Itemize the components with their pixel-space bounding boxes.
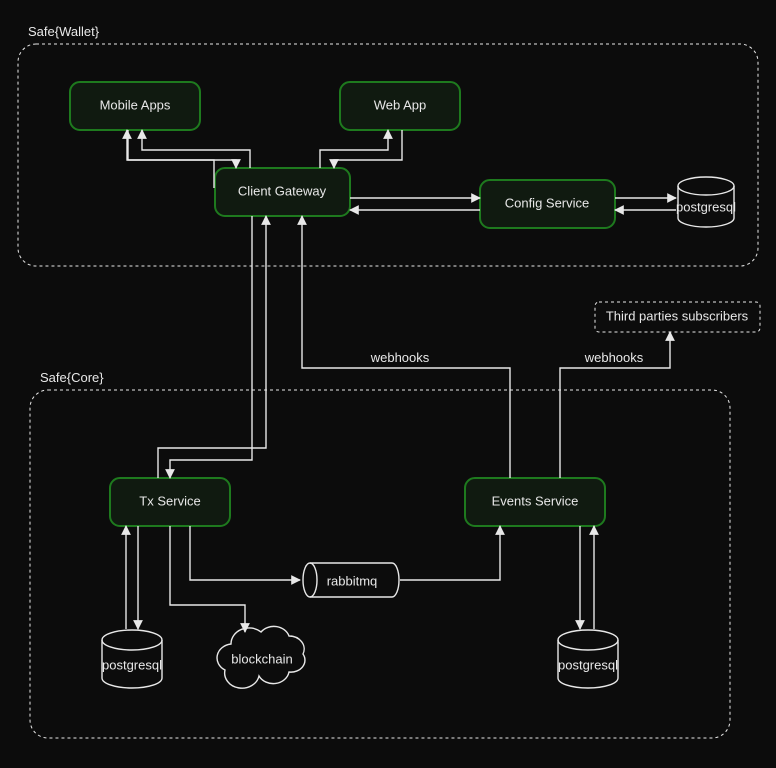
queue-rabbitmq-label: rabbitmq xyxy=(327,573,378,588)
edge-web-to-client-gateway xyxy=(334,130,402,168)
db-postgresql-tx: postgresql xyxy=(102,630,162,688)
group-safe-core-label: Safe{Core} xyxy=(40,370,104,385)
node-blockchain: blockchain xyxy=(217,626,305,688)
node-tx-service-label: Tx Service xyxy=(139,493,200,508)
edge-client-gateway-to-web xyxy=(320,130,388,168)
edge-tx-to-rabbitmq xyxy=(190,526,300,580)
group-safe-wallet xyxy=(18,44,758,266)
node-mobile-apps-label: Mobile Apps xyxy=(100,97,171,112)
db-postgresql-config-label: postgresql xyxy=(676,199,736,214)
db-postgresql-events: postgresql xyxy=(558,630,618,688)
group-safe-core xyxy=(30,390,730,738)
node-blockchain-label: blockchain xyxy=(231,651,292,666)
node-config-service-label: Config Service xyxy=(505,195,590,210)
node-web-app-label: Web App xyxy=(374,97,427,112)
edge-mobile-to-client-gateway xyxy=(128,130,236,168)
node-client-gateway-label: Client Gateway xyxy=(238,183,327,198)
edge-client-gateway-to-tx xyxy=(170,216,252,478)
db-postgresql-events-label: postgresql xyxy=(558,657,618,672)
edge-events-to-client-gateway-label: webhooks xyxy=(370,350,430,365)
edge-events-to-client-gateway xyxy=(302,216,510,478)
edge-rabbitmq-to-events xyxy=(400,526,500,580)
group-safe-wallet-label: Safe{Wallet} xyxy=(28,24,100,39)
node-third-parties-label: Third parties subscribers xyxy=(606,308,749,323)
edge-client-gateway-to-mobile xyxy=(142,130,250,168)
edge-tx-to-client-gateway xyxy=(158,216,266,478)
edge-tx-to-blockchain xyxy=(170,526,245,632)
node-events-service-label: Events Service xyxy=(492,493,579,508)
db-postgresql-config: postgresql xyxy=(676,177,736,227)
db-postgresql-tx-label: postgresql xyxy=(102,657,162,672)
queue-rabbitmq: rabbitmq xyxy=(303,563,399,597)
edge-events-to-third-parties-label: webhooks xyxy=(584,350,644,365)
edge-client-gateway-to-mobile xyxy=(127,130,214,188)
